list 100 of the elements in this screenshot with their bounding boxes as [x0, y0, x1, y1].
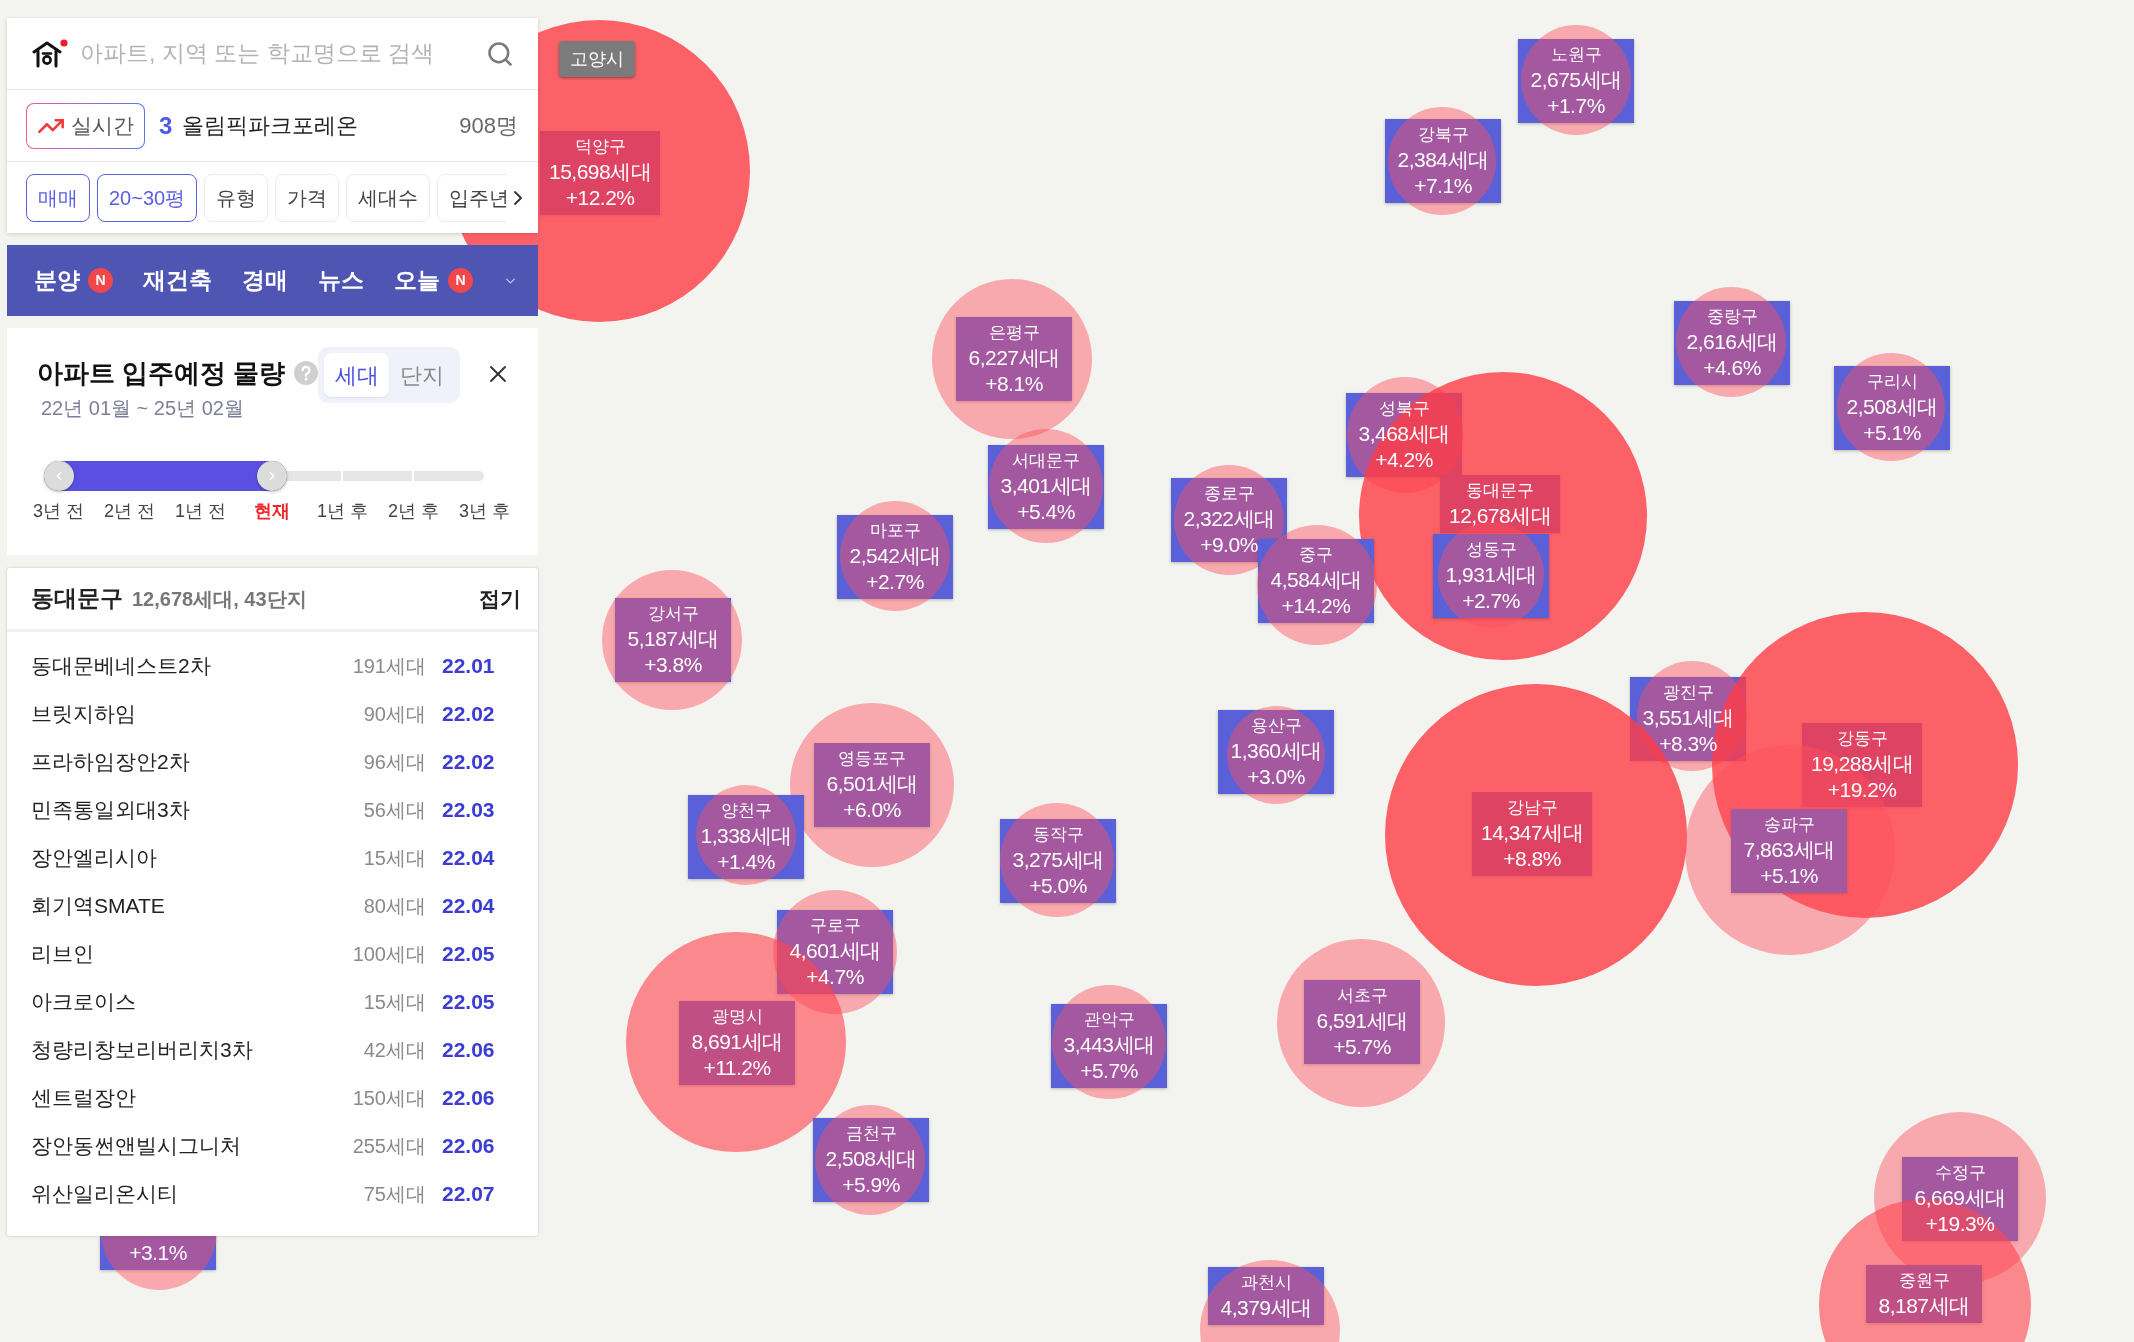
household-count: 15,698세대 [549, 159, 652, 185]
district-name: 서대문구 [1012, 450, 1080, 472]
apartment-name[interactable]: 올림픽파크포레온 [182, 109, 359, 142]
label-background[interactable] [100, 1236, 216, 1270]
complex-name[interactable]: 위산일리온시티 [31, 1178, 364, 1210]
label-background[interactable] [1902, 1157, 2018, 1241]
district-name: 수정구 [1934, 1162, 1986, 1184]
label-background[interactable] [813, 1118, 929, 1202]
household-count: 2,508세대 [825, 1146, 917, 1172]
move-in-date: 22.06 [442, 1133, 496, 1160]
label-background[interactable] [1433, 534, 1549, 618]
label-background[interactable] [1171, 478, 1287, 562]
label-background[interactable] [837, 515, 953, 599]
change-rate: +5.0% [1029, 873, 1087, 899]
toggle-option[interactable]: 세대 [324, 353, 390, 397]
household-count: 100세대 [352, 942, 426, 967]
move-in-date: 22.06 [442, 1037, 496, 1064]
label-background[interactable] [1834, 366, 1950, 450]
category-tab[interactable]: 뉴스 [318, 263, 364, 298]
district-name: 성북구 [1378, 398, 1430, 420]
change-rate: +5.1% [1760, 863, 1818, 889]
complex-name[interactable]: 민족통일외대3차 [31, 794, 364, 826]
change-rate: +3.8% [644, 652, 702, 678]
label-background[interactable] [615, 598, 731, 682]
complex-name[interactable]: 아크로이스 [31, 986, 364, 1018]
label-background[interactable] [1731, 809, 1847, 893]
label-background[interactable] [1000, 819, 1116, 903]
district-name: 구리시 [1866, 371, 1918, 393]
filter-chip[interactable]: 가격 [275, 173, 340, 222]
filter-chip[interactable]: 매매 [26, 173, 90, 222]
label-background[interactable] [1258, 539, 1374, 623]
district-name: 중구 [1299, 544, 1333, 566]
new-badge: N [448, 268, 473, 293]
label-background[interactable] [1518, 39, 1634, 123]
label-background[interactable] [988, 445, 1104, 529]
search-field[interactable]: 아파트, 지역 또는 학교명으로 검색 [80, 33, 486, 74]
change-rate: +12.2% [565, 185, 635, 211]
complex-name[interactable]: 센트럴장안 [31, 1082, 353, 1114]
label-background[interactable] [1208, 1267, 1324, 1325]
timeline-label: 1년 전 [174, 500, 227, 523]
district-name: 성동구 [1465, 539, 1517, 561]
timeline-label: 1년 후 [316, 500, 369, 523]
district-name: 중원구 [1898, 1270, 1950, 1292]
household-count: 3,401세대 [1000, 473, 1092, 499]
new-badge: N [88, 268, 113, 293]
collapse-button[interactable]: 접기 [479, 582, 521, 615]
household-count: 4,584세대 [1270, 567, 1362, 593]
category-tab[interactable]: 분양 N [34, 263, 113, 298]
panel-title: 아파트 입주예정 물량 [37, 357, 286, 390]
household-count: 42세대 [363, 1038, 426, 1063]
district-name: 은평구 [988, 322, 1040, 344]
complex-name[interactable]: 장안엘리시아 [31, 842, 364, 874]
timeline-label: 2년 전 [103, 500, 156, 523]
change-rate: +5.4% [1017, 499, 1075, 525]
district-name: 광진구 [1662, 682, 1714, 704]
filter-chip[interactable]: 입주년 [437, 173, 506, 222]
district-name: 노원구 [1550, 44, 1602, 66]
category-tab[interactable]: 경매 [242, 263, 288, 298]
label-background[interactable] [688, 795, 804, 879]
realtime-button[interactable]: 실시간 [26, 102, 145, 149]
label-background[interactable] [1218, 710, 1334, 794]
label-background[interactable] [1051, 1004, 1167, 1088]
complex-name[interactable]: 동대문베네스트2차 [31, 650, 353, 682]
house-logo-icon[interactable] [32, 39, 68, 68]
household-count: 4,601세대 [789, 938, 881, 964]
search-icon[interactable] [486, 39, 514, 68]
change-rate: +8.3% [1659, 731, 1717, 757]
change-rate: +5.7% [1333, 1034, 1391, 1060]
district-name: 마포구 [869, 520, 921, 542]
filter-chip[interactable]: 세대수 [346, 173, 431, 222]
complex-name[interactable]: 브릿지하임 [31, 698, 364, 730]
label-background[interactable] [1385, 119, 1501, 203]
label-background[interactable] [956, 317, 1072, 401]
change-rate: +11.2% [703, 1055, 771, 1081]
label-background[interactable] [777, 910, 893, 994]
move-in-date: 22.02 [442, 701, 496, 728]
filter-chip[interactable]: 20~30평 [97, 173, 198, 222]
complex-name[interactable]: 프라하임장안2차 [31, 746, 364, 778]
region-tag[interactable]: 고양시 [559, 41, 635, 77]
slider-handle[interactable] [44, 461, 74, 491]
complex-name[interactable]: 청량리창보리버리치3차 [31, 1034, 364, 1066]
change-rate: +4.7% [806, 964, 864, 990]
move-in-date: 22.03 [442, 797, 496, 824]
household-count: 191세대 [352, 654, 426, 679]
filter-chip[interactable]: 유형 [204, 173, 269, 222]
label-background[interactable] [1304, 980, 1420, 1064]
label-background[interactable] [1674, 301, 1790, 385]
label-background[interactable] [814, 743, 930, 827]
complex-name[interactable]: 리브인 [31, 938, 353, 970]
district-name: 양천구 [720, 800, 772, 822]
household-count: 3,551세대 [1642, 705, 1734, 731]
change-rate: +9.0% [1200, 532, 1258, 558]
category-tab[interactable]: 재건축 [143, 263, 212, 298]
complex-name[interactable]: 회기역SMATE [31, 890, 364, 922]
change-rate: +3.1% [129, 1240, 187, 1266]
category-tab[interactable]: 오늘 N [394, 263, 473, 298]
label-background[interactable] [679, 1001, 795, 1085]
complex-name[interactable]: 장안동썬앤빌시그니처 [31, 1130, 353, 1162]
label-background[interactable] [1866, 1265, 1982, 1323]
change-rate: +8.1% [985, 371, 1043, 397]
